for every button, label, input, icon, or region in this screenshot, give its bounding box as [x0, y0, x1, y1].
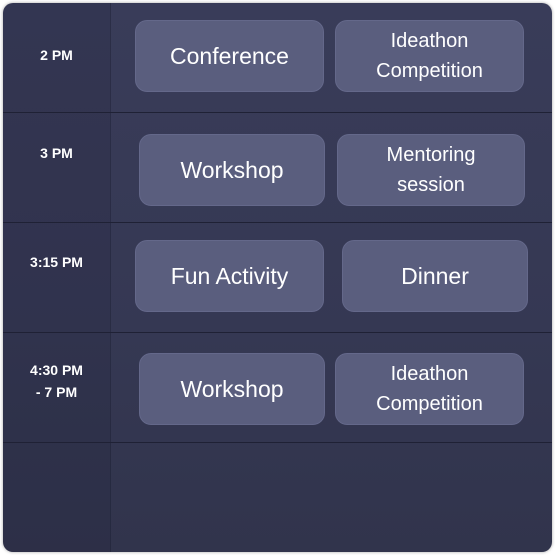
event-card-fun-activity[interactable]: Fun Activity: [135, 240, 324, 312]
time-slot-315pm: 3:15 PM: [3, 251, 110, 273]
time-slot-2pm: 2 PM: [3, 44, 110, 66]
time-slot-430pm-7pm: 4:30 PM - 7 PM: [3, 359, 110, 403]
event-label: Dinner: [401, 263, 469, 289]
row-divider: [3, 442, 552, 443]
time-label-line2: - 7 PM: [35, 384, 78, 400]
time-label-line1: 4:30 PM: [30, 362, 83, 378]
event-card-dinner[interactable]: Dinner: [342, 240, 528, 312]
time-label: 3 PM: [40, 145, 73, 161]
time-column: [3, 3, 111, 552]
time-slot-3pm: 3 PM: [3, 142, 110, 164]
event-label-line2: session: [397, 174, 465, 196]
event-label-line2: Competition: [376, 60, 483, 82]
event-label-line1: Mentoring: [386, 144, 476, 166]
event-label-line2: Competition: [376, 393, 483, 415]
event-card-conference[interactable]: Conference: [135, 20, 324, 92]
row-divider: [3, 112, 552, 113]
event-label-line1: Ideathon: [390, 30, 469, 52]
row-divider: [3, 222, 552, 223]
event-card-ideathon-competition[interactable]: Ideathon Competition: [335, 353, 524, 425]
event-card-workshop[interactable]: Workshop: [139, 353, 325, 425]
event-card-workshop[interactable]: Workshop: [139, 134, 325, 206]
event-label-line1: Ideathon: [390, 363, 469, 385]
time-label: 3:15 PM: [30, 254, 83, 270]
event-label: Fun Activity: [170, 263, 289, 289]
row-divider: [3, 332, 552, 333]
time-label: 2 PM: [40, 47, 73, 63]
event-label: Conference: [170, 43, 289, 69]
event-label: Workshop: [180, 376, 284, 402]
event-label: Workshop: [180, 157, 284, 183]
event-card-mentoring-session[interactable]: Mentoring session: [337, 134, 525, 206]
event-card-ideathon-competition[interactable]: Ideathon Competition: [335, 20, 524, 92]
schedule-panel: 2 PM Conference Ideathon Competition 3 P…: [3, 3, 552, 552]
